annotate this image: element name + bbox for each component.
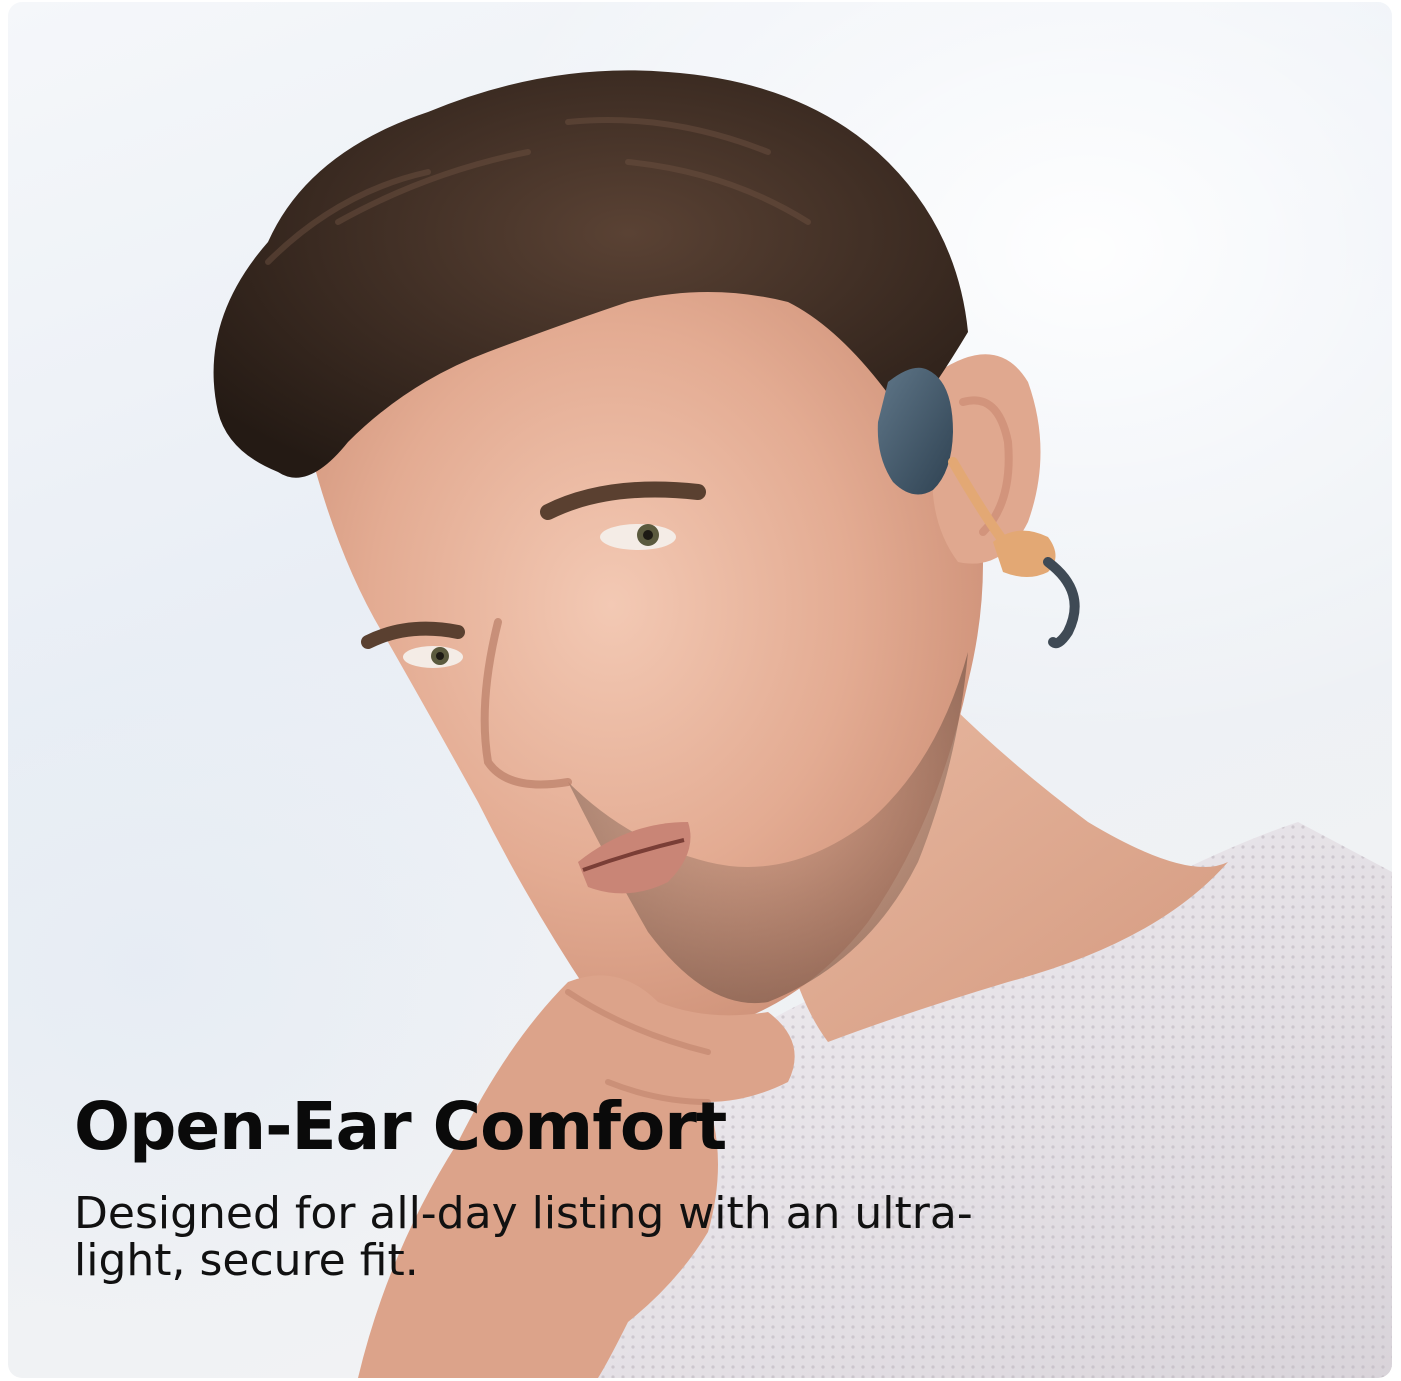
- feature-headline: Open-Ear Comfort: [74, 1088, 727, 1165]
- feature-description: Designed for all-day listing with an ult…: [74, 1188, 973, 1286]
- feature-caption: Open-Ear Comfort Designed for all-day li…: [74, 1092, 1074, 1285]
- product-photo-frame: Open-Ear Comfort Designed for all-day li…: [8, 2, 1392, 1378]
